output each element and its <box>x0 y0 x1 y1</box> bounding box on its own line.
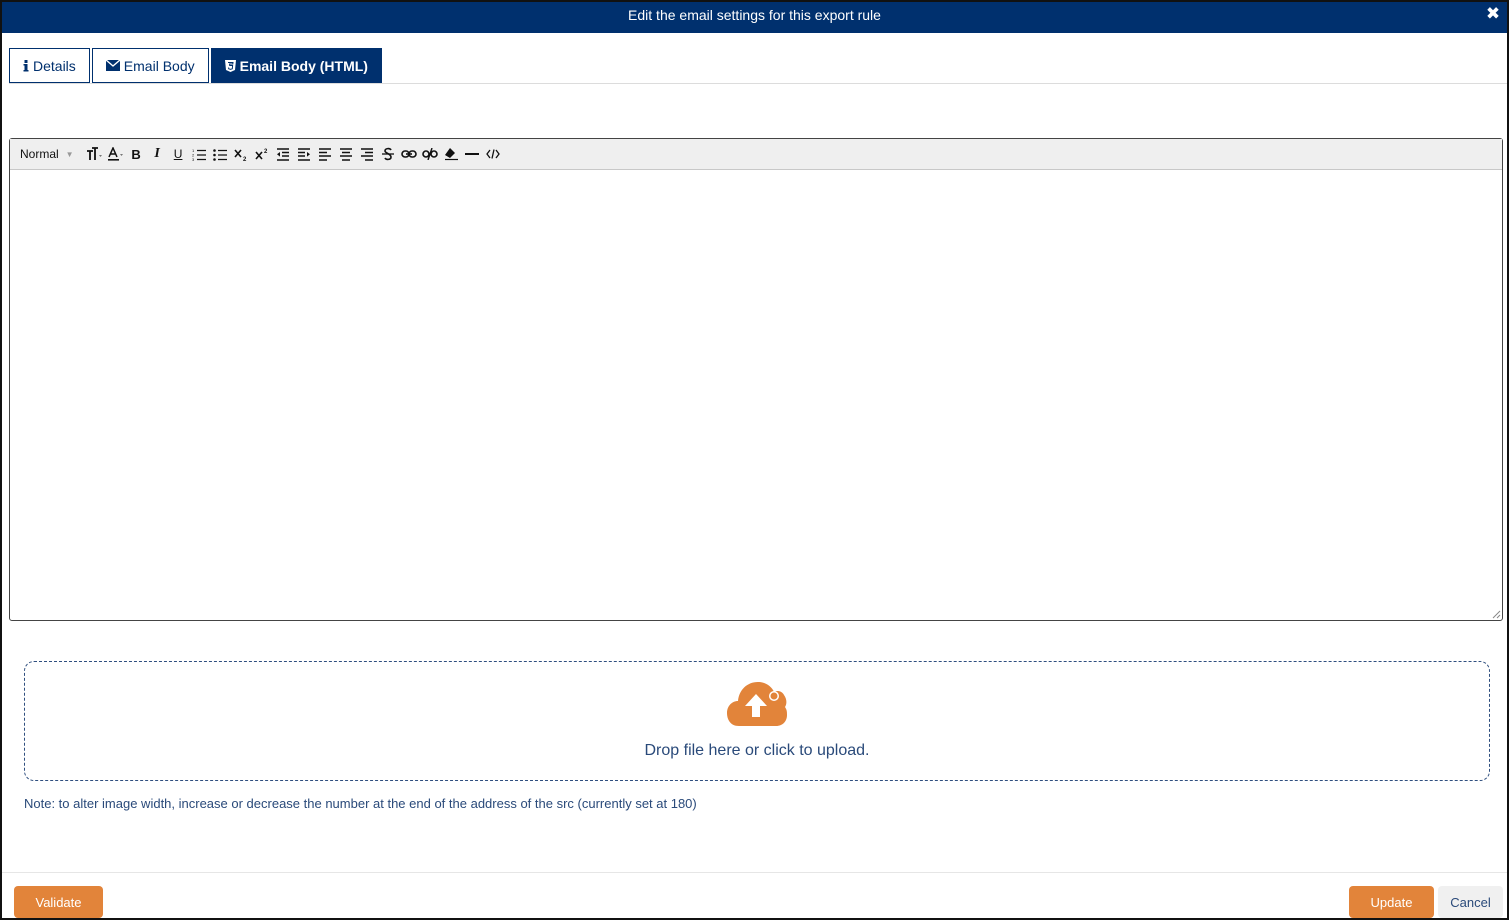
outdent-icon[interactable] <box>273 143 294 165</box>
ordered-list-icon[interactable]: 123 <box>189 143 210 165</box>
font-size-icon[interactable] <box>84 143 105 165</box>
tab-email-body[interactable]: Email Body <box>91 48 209 83</box>
tab-bar: Details Email Body Email Body (HTML) <box>9 48 384 83</box>
strikethrough-icon[interactable] <box>378 143 399 165</box>
svg-text:2: 2 <box>264 149 268 155</box>
tabs-divider <box>9 83 1507 84</box>
indent-icon[interactable] <box>294 143 315 165</box>
code-view-icon[interactable] <box>483 143 504 165</box>
subscript-icon[interactable]: 2 <box>231 143 252 165</box>
tab-email-body-html[interactable]: Email Body (HTML) <box>210 48 382 83</box>
tab-email-body-label: Email Body <box>123 57 195 74</box>
footer-divider <box>2 872 1507 873</box>
email-settings-modal: Edit the email settings for this export … <box>0 0 1509 920</box>
superscript-icon[interactable]: 2 <box>252 143 273 165</box>
paragraph-style-select[interactable]: Normal ▼ <box>20 147 74 161</box>
underline-icon[interactable]: U <box>168 143 189 165</box>
modal-title: Edit the email settings for this export … <box>628 7 881 23</box>
tab-email-body-html-label: Email Body (HTML) <box>239 57 368 74</box>
align-center-icon[interactable] <box>336 143 357 165</box>
cloud-upload-icon <box>727 682 787 726</box>
bold-label: B <box>131 146 141 162</box>
svg-text:2: 2 <box>243 157 247 161</box>
chevron-down-icon: ▼ <box>65 149 74 159</box>
info-icon <box>23 59 29 71</box>
editor-toolbar: Normal ▼ B I U 123 2 2 <box>10 139 1502 170</box>
bold-icon[interactable]: B <box>126 143 147 165</box>
tab-details-label: Details <box>33 57 76 74</box>
file-upload-dropzone[interactable]: Drop file here or click to upload. <box>24 661 1490 781</box>
italic-icon[interactable]: I <box>147 143 168 165</box>
email-body-html-editor[interactable] <box>10 170 1502 620</box>
update-button[interactable]: Update <box>1349 886 1434 918</box>
underline-label: U <box>173 147 183 161</box>
svg-text:3: 3 <box>192 157 195 161</box>
align-left-icon[interactable] <box>315 143 336 165</box>
align-right-icon[interactable] <box>357 143 378 165</box>
paragraph-style-value: Normal <box>20 147 59 161</box>
clear-format-icon[interactable] <box>441 143 462 165</box>
dropzone-text: Drop file here or click to upload. <box>644 742 870 759</box>
horizontal-rule-icon[interactable] <box>462 143 483 165</box>
cancel-button[interactable]: Cancel <box>1438 886 1503 918</box>
close-icon[interactable]: ✖ <box>1485 4 1501 24</box>
tab-details[interactable]: Details <box>9 48 90 83</box>
modal-titlebar: Edit the email settings for this export … <box>2 2 1507 33</box>
unordered-list-icon[interactable] <box>210 143 231 165</box>
text-color-icon[interactable] <box>105 143 126 165</box>
link-icon[interactable] <box>399 143 420 165</box>
image-width-note: Note: to alter image width, increase or … <box>24 796 697 811</box>
resize-handle-icon[interactable] <box>1491 609 1501 619</box>
envelope-icon <box>105 60 120 71</box>
unlink-icon[interactable] <box>420 143 441 165</box>
html5-icon <box>224 59 236 72</box>
html-editor: Normal ▼ B I U 123 2 2 <box>9 138 1503 621</box>
italic-label: I <box>154 146 160 161</box>
validate-button[interactable]: Validate <box>14 886 103 918</box>
